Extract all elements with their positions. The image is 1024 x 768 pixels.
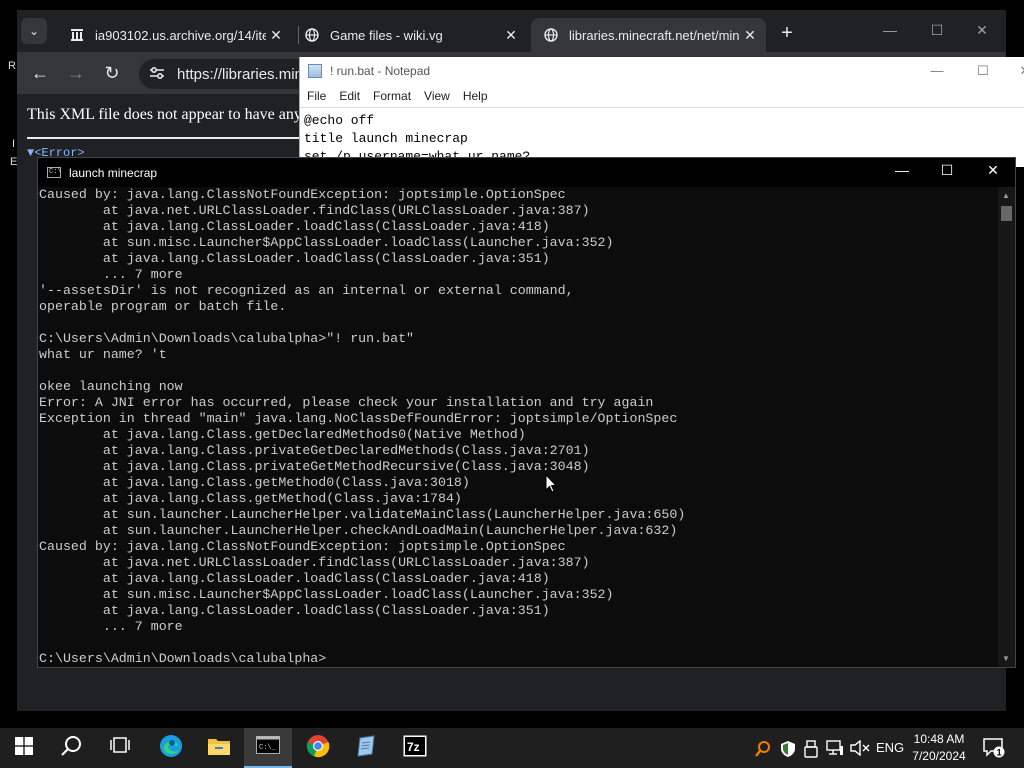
tab-search-button[interactable]: ⌄ bbox=[21, 18, 47, 44]
console-titlebar[interactable]: C:\ launch minecrap — ☐ ✕ bbox=[38, 158, 1015, 187]
taskbar: C:\_ 7z ENG 10:48 AM 7/20/2024 1 bbox=[0, 728, 1024, 768]
command-prompt-icon: C:\_ bbox=[256, 735, 280, 759]
search-button[interactable] bbox=[48, 728, 96, 768]
minimize-icon[interactable]: — bbox=[922, 63, 952, 78]
clock-time: 10:48 AM bbox=[913, 732, 965, 746]
close-window-icon[interactable]: ✕ bbox=[973, 162, 1013, 179]
notepad-titlebar[interactable]: ! run.bat - Notepad — ☐ ✕ bbox=[300, 57, 1024, 85]
7zip-icon: 7z bbox=[403, 735, 427, 762]
close-tab-icon[interactable]: ✕ bbox=[501, 27, 521, 44]
chevron-down-icon: ⌄ bbox=[28, 24, 40, 38]
console-scrollbar[interactable]: ▲ ▼ bbox=[998, 187, 1015, 667]
desktop-fragment: R bbox=[8, 60, 16, 72]
search-icon bbox=[61, 735, 83, 762]
chrome-icon bbox=[306, 734, 330, 763]
site-info-icon[interactable] bbox=[149, 66, 165, 83]
volume-muted-icon[interactable] bbox=[850, 739, 870, 759]
archive-icon bbox=[69, 27, 85, 43]
scroll-down-icon[interactable]: ▼ bbox=[1002, 654, 1010, 663]
start-button[interactable] bbox=[0, 728, 48, 768]
command-prompt-taskbar-button[interactable]: C:\_ bbox=[244, 728, 292, 768]
console-window: C:\ launch minecrap — ☐ ✕ Caused by: jav… bbox=[37, 157, 1016, 668]
menu-file[interactable]: File bbox=[307, 89, 326, 103]
minimize-icon[interactable]: — bbox=[882, 162, 922, 178]
7zip-taskbar-button[interactable]: 7z bbox=[391, 728, 439, 768]
clock[interactable]: 10:48 AM 7/20/2024 bbox=[904, 731, 974, 765]
file-explorer-taskbar-button[interactable] bbox=[195, 728, 243, 768]
xml-notice: This XML file does not appear to have an… bbox=[27, 106, 302, 123]
desktop-fragment: E bbox=[10, 156, 18, 168]
tab-title: Game files - wiki.vg bbox=[330, 27, 443, 43]
divider bbox=[27, 137, 317, 139]
scrollbar-thumb[interactable] bbox=[1001, 206, 1012, 221]
notification-count: 1 bbox=[997, 748, 1002, 758]
menu-help[interactable]: Help bbox=[463, 89, 488, 103]
notification-center-icon[interactable]: 1 bbox=[983, 738, 1005, 761]
tab-archive[interactable]: ia903102.us.archive.org/14/iten ✕ bbox=[57, 18, 292, 52]
notepad-menubar: File Edit Format View Help bbox=[300, 85, 1024, 107]
security-shield-icon[interactable] bbox=[780, 740, 796, 761]
reload-icon[interactable]: ↻ bbox=[100, 62, 124, 86]
network-icon[interactable] bbox=[826, 740, 844, 759]
new-tab-button[interactable]: + bbox=[775, 22, 799, 46]
svg-text:C:\_: C:\_ bbox=[259, 744, 277, 752]
clock-date: 7/20/2024 bbox=[912, 749, 966, 763]
edge-taskbar-button[interactable] bbox=[147, 728, 195, 768]
maximize-icon[interactable]: ☐ bbox=[968, 63, 998, 79]
command-prompt-icon: C:\ bbox=[47, 167, 62, 178]
maximize-icon[interactable]: ☐ bbox=[927, 162, 967, 179]
file-explorer-icon bbox=[207, 736, 231, 761]
menu-edit[interactable]: Edit bbox=[339, 89, 360, 103]
tray-app-icon[interactable] bbox=[754, 740, 772, 761]
menu-view[interactable]: View bbox=[424, 89, 450, 103]
globe-icon bbox=[304, 27, 320, 43]
notepad-icon bbox=[308, 64, 322, 78]
tab-libraries-minecraft[interactable]: libraries.minecraft.net/net/mine ✕ bbox=[531, 18, 766, 52]
chrome-taskbar-button[interactable] bbox=[294, 728, 342, 768]
forward-arrow-icon[interactable]: → bbox=[64, 62, 88, 86]
tab-title: libraries.minecraft.net/net/mine bbox=[569, 27, 740, 43]
usb-device-icon[interactable] bbox=[804, 740, 818, 761]
notepad-window: ! run.bat - Notepad — ☐ ✕ File Edit Form… bbox=[299, 57, 1024, 167]
task-view-button[interactable] bbox=[96, 728, 144, 768]
menu-format[interactable]: Format bbox=[373, 89, 411, 103]
close-tab-icon[interactable]: ✕ bbox=[740, 27, 760, 44]
tab-wiki-vg[interactable]: Game files - wiki.vg ✕ bbox=[292, 18, 527, 52]
minimize-icon[interactable]: — bbox=[875, 22, 905, 38]
maximize-icon[interactable]: ☐ bbox=[922, 22, 952, 39]
address-text: https://libraries.min bbox=[177, 65, 303, 83]
tab-title: ia903102.us.archive.org/14/iten bbox=[95, 27, 266, 43]
task-view-icon bbox=[110, 736, 130, 760]
notepad-taskbar-button[interactable] bbox=[342, 728, 390, 768]
scroll-up-icon[interactable]: ▲ bbox=[1002, 191, 1010, 200]
close-window-icon[interactable]: ✕ bbox=[1010, 63, 1024, 79]
desktop-fragment: I bbox=[12, 138, 16, 150]
windows-start-icon bbox=[15, 736, 33, 760]
notepad-icon bbox=[355, 734, 377, 762]
console-output[interactable]: Caused by: java.lang.ClassNotFoundExcept… bbox=[39, 187, 999, 667]
back-arrow-icon[interactable]: ← bbox=[28, 62, 52, 86]
globe-icon bbox=[543, 27, 559, 43]
input-language[interactable]: ENG bbox=[876, 740, 904, 755]
svg-text:7z: 7z bbox=[407, 740, 420, 754]
notepad-title: ! run.bat - Notepad bbox=[330, 64, 431, 78]
mouse-pointer-icon bbox=[545, 473, 558, 499]
edge-icon bbox=[159, 734, 183, 763]
console-title: launch minecrap bbox=[69, 165, 158, 180]
close-tab-icon[interactable]: ✕ bbox=[266, 27, 286, 44]
close-window-icon[interactable]: ✕ bbox=[967, 22, 997, 39]
tab-strip: ⌄ ia903102.us.archive.org/14/iten ✕ Game… bbox=[17, 10, 1006, 52]
